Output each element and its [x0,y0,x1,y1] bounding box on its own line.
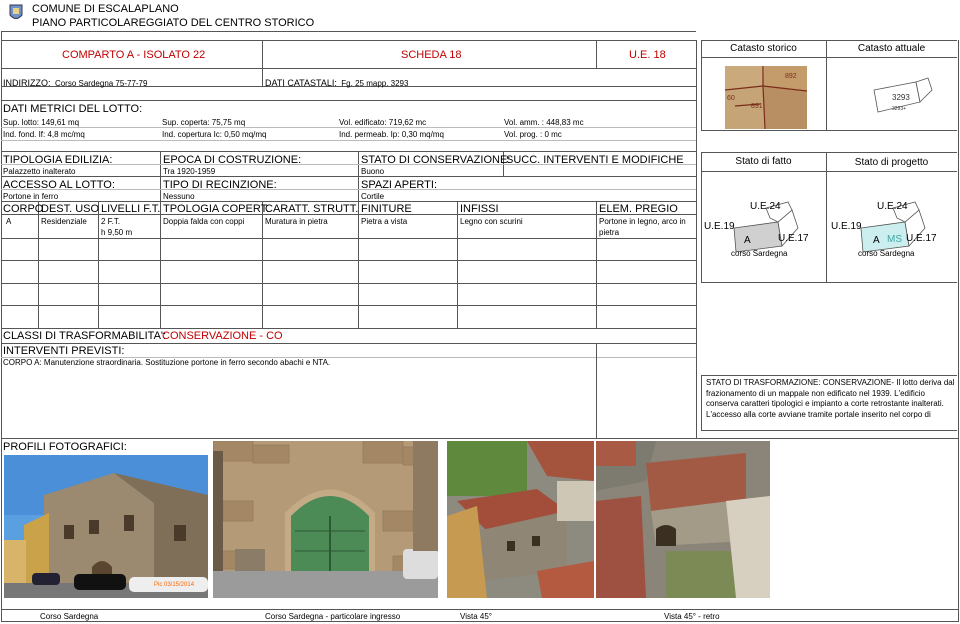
tipologia-label: TIPOLOGIA EDILIZIA: [3,154,113,166]
photo-stamp: Pic 03/15/2014 [154,582,195,588]
comune-name: COMUNE DI ESCALAPLANO [32,3,179,15]
epoca-label: EPOCA DI COSTRUZIONE: [163,154,302,166]
comune-logo [8,3,24,23]
piano-title: PIANO PARTICOLAREGGIATO DEL CENTRO STORI… [32,17,315,29]
col-dest-uso: DEST. USO [41,203,100,215]
storico-label-60: 60 [727,95,735,102]
metric-ind-copertura: Ind. copertura Ic: 0,50 mq/mq [162,130,267,139]
col-copertura: TPOLOGIA COPERT. [163,203,270,215]
scheda-title: SCHEDA 18 [401,49,462,61]
recinzione-value: Nessuno [163,192,195,201]
stato-progetto-title: Stato di progetto [854,157,929,168]
profili-label: PROFILI FOTOGRAFICI: [3,441,127,453]
progetto-ue19: U.E.19 [831,221,862,232]
fatto-street: corso Sardegna [731,249,788,258]
col-finiture: FINITURE [361,203,412,215]
cell-dest: Residenziale [41,217,87,226]
attuale-label-3293: 3293 [892,93,910,102]
storico-label-892: 892 [785,73,797,80]
interventi-value: CORPO A: Manutenzione straordinaria. Sos… [3,358,331,367]
photo-ingresso [213,441,438,598]
address-row: INDIRIZZO: Corso Sardegna 75-77-79 [3,73,147,91]
caption-retro: Vista 45° - retro [664,612,720,621]
col-strutt: CARATT. STRUTT. [265,203,359,215]
stato-value: Buono [361,167,385,176]
col-pregio: ELEM. PREGIO [599,203,678,215]
fatto-ue17: U.E.17 [778,233,809,244]
address-value: Corso Sardegna 75-77-79 [54,79,148,88]
col-corpo: CORPO [3,203,44,215]
progetto-street: corso Sardegna [858,249,915,258]
cell-livelli-1: 2 F.T. [101,217,121,226]
catasto-storico-title: Catasto storico [730,43,797,54]
col-livelli: LIVELLI F.T. [101,203,161,215]
tipologia-value: Palazzetto inalterato [3,167,76,176]
cell-finiture: Pietra a vista [361,217,408,226]
progetto-a: A [873,235,880,246]
caption-corso: Corso Sardegna [40,612,99,621]
catasto-attuale-title: Catasto attuale [857,43,926,54]
trasformazione-note: STATO DI TRASFORMAZIONE: CONSERVAZIONE- … [706,378,955,419]
cell-livelli-2: h 9,50 m [101,228,133,237]
catasto-storico-map: 892 60 891 [724,66,808,130]
comparto-title: COMPARTO A - ISOLATO 22 [62,49,206,61]
cell-pregio-2: pietra [599,228,620,237]
cell-pregio-1: Portone in legno, arco in [599,217,686,226]
cell-infissi: Legno con scurini [460,217,523,226]
metric-vol-prog: Vol. prog. : 0 mc [504,130,562,139]
storico-label-891: 891 [751,103,763,110]
cell-corpo: A [6,217,12,226]
spazi-value: Cortile [361,192,385,201]
accesso-value: Portone in ferro [3,192,59,201]
caption-vista45: Vista 45° [460,612,492,621]
stato-label: STATO DI CONSERVAZIONE: [361,154,511,166]
photo-corso-sardegna: Pic 03/15/2014 [4,455,208,598]
progetto-ue17: U.E.17 [906,233,937,244]
cell-copertura: Doppia falda con coppi [163,217,245,226]
fatto-ue24: U.E.24 [750,201,781,212]
progetto-ms: MS [887,234,902,245]
trasf-label: CLASSI DI TRASFORMABILITA': [3,330,167,342]
succ-label: SUCC. INTERVENTI E MODIFICHE [506,154,684,166]
progetto-ue24: U.E.24 [877,201,908,212]
epoca-value: Tra 1920-1959 [163,167,216,176]
col-infissi: INFISSI [460,203,499,215]
accesso-label: ACCESSO AL LOTTO: [3,179,115,191]
fatto-ue19: U.E.19 [704,221,735,232]
stato-fatto-title: Stato di fatto [735,156,792,167]
metric-ind-permeab: Ind. permeab. Ip: 0,30 mq/mq [339,130,444,139]
ue-title: U.E. 18 [629,49,666,61]
photo-vista-45-retro [596,441,770,598]
spazi-label: SPAZI APERTI: [361,179,438,191]
photo-vista-45 [447,441,594,598]
cell-strutt: Muratura in pietra [265,217,328,226]
metric-ind-fond: Ind. fond. If: 4,8 mc/mq [3,130,85,139]
catasto-attuale-map: 3293 3293+ [870,76,934,116]
catasto-label: DATI CATASTALI: [265,78,337,88]
catasto-row: DATI CATASTALI: Fg. 25 mapp. 3293 [265,73,408,91]
caption-ingresso: Corso Sardegna - particolare ingresso [265,612,401,621]
metrics-title: DATI METRICI DEL LOTTO: [3,103,143,115]
attuale-label-3293plus: 3293+ [892,106,906,112]
catasto-value: Fg. 25 mapp. 3293 [341,79,409,88]
address-label: INDIRIZZO: [3,78,51,88]
fatto-a: A [744,235,751,246]
trasf-value: CONSERVAZIONE - CO [162,330,283,342]
recinzione-label: TIPO DI RECINZIONE: [163,179,277,191]
